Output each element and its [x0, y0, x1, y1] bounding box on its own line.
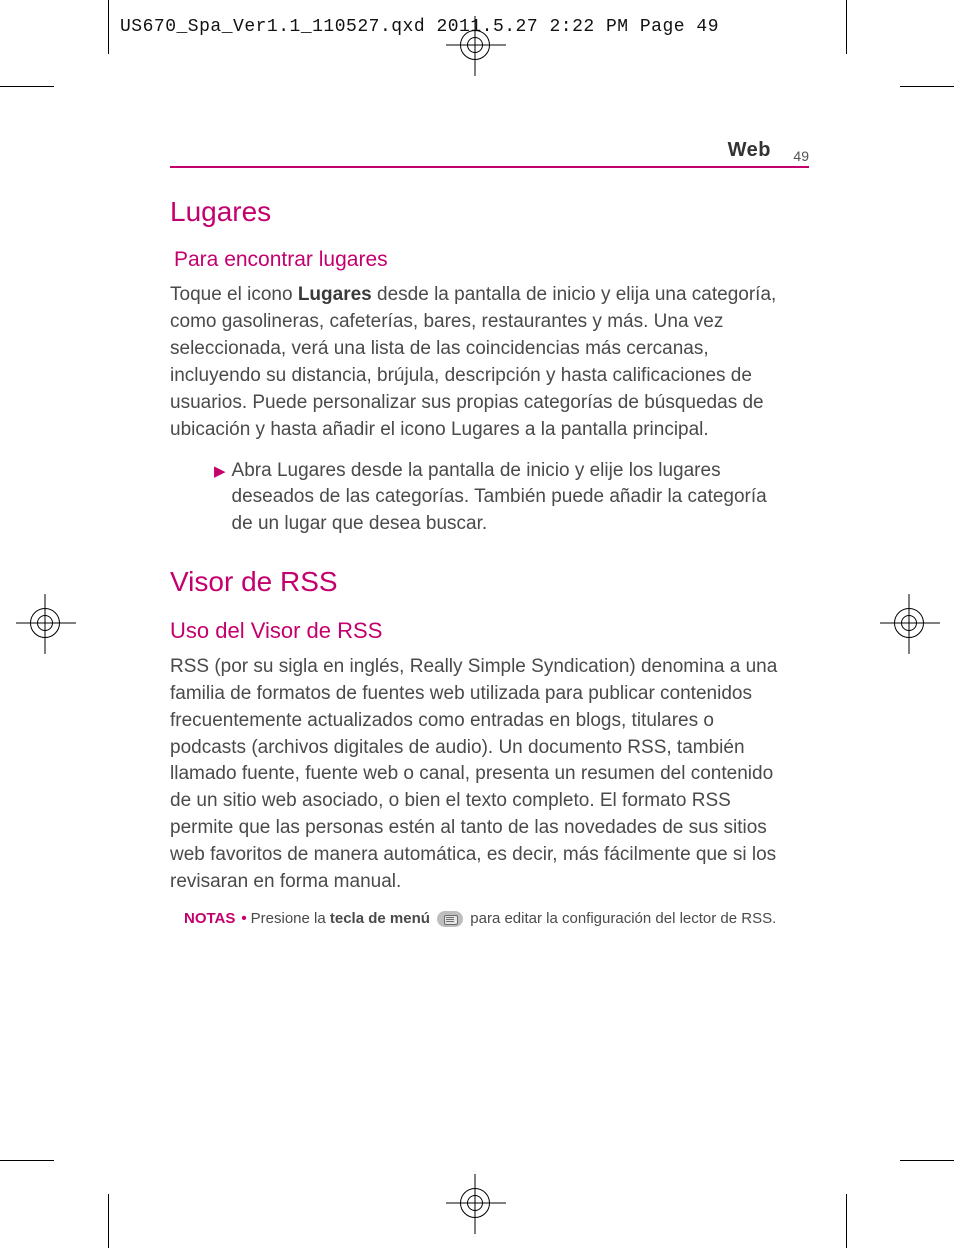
crop-mark [108, 1194, 109, 1248]
running-head: Web 49 [170, 140, 809, 168]
crop-mark [846, 1194, 847, 1248]
bullet-text: Abra Lugares desde la pantalla de inicio… [232, 458, 790, 538]
registration-mark-icon [460, 1188, 490, 1218]
note-bullet-icon: • [241, 910, 246, 927]
triangle-bullet-icon: ▶ [214, 462, 226, 538]
crop-mark [846, 0, 847, 54]
registration-mark-icon [30, 608, 60, 638]
paragraph-lugares: Toque el icono Lugares desde la pantalla… [170, 282, 790, 444]
text: Toque el icono [170, 284, 298, 305]
section-title: Web [728, 139, 771, 162]
bold-lugares: Lugares [298, 284, 372, 305]
heading-visor-rss: Visor de RSS [170, 566, 790, 598]
subheading-encontrar-lugares: Para encontrar lugares [174, 248, 790, 272]
heading-lugares: Lugares [170, 196, 790, 228]
page-number: 49 [793, 148, 809, 164]
notes-label: NOTAS [184, 910, 235, 927]
crop-mark [900, 1160, 954, 1161]
crop-mark [0, 1160, 54, 1161]
text: desde la pantalla de inicio y elija una … [170, 284, 776, 440]
subheading-uso-visor-rss: Uso del Visor de RSS [170, 618, 790, 644]
menu-key-icon [437, 911, 463, 927]
note-text: Presione la tecla de menú para editar la… [251, 910, 777, 927]
crop-mark [900, 86, 954, 87]
crop-mark [0, 86, 54, 87]
text: Presione la [251, 910, 330, 927]
registration-mark-icon [894, 608, 924, 638]
paragraph-rss: RSS (por su sigla en inglés, Really Simp… [170, 654, 790, 897]
qxd-header-line: US670_Spa_Ver1.1_110527.qxd 2011.5.27 2:… [120, 17, 719, 37]
bold-tecla-menu: tecla de menú [330, 910, 430, 927]
text: para editar la configuración del lector … [470, 910, 776, 927]
bullet-item: ▶ Abra Lugares desde la pantalla de inic… [214, 458, 790, 538]
crop-mark [108, 0, 109, 54]
notes-row: NOTAS • Presione la tecla de menú para e… [184, 910, 790, 927]
registration-mark-icon [460, 30, 490, 60]
